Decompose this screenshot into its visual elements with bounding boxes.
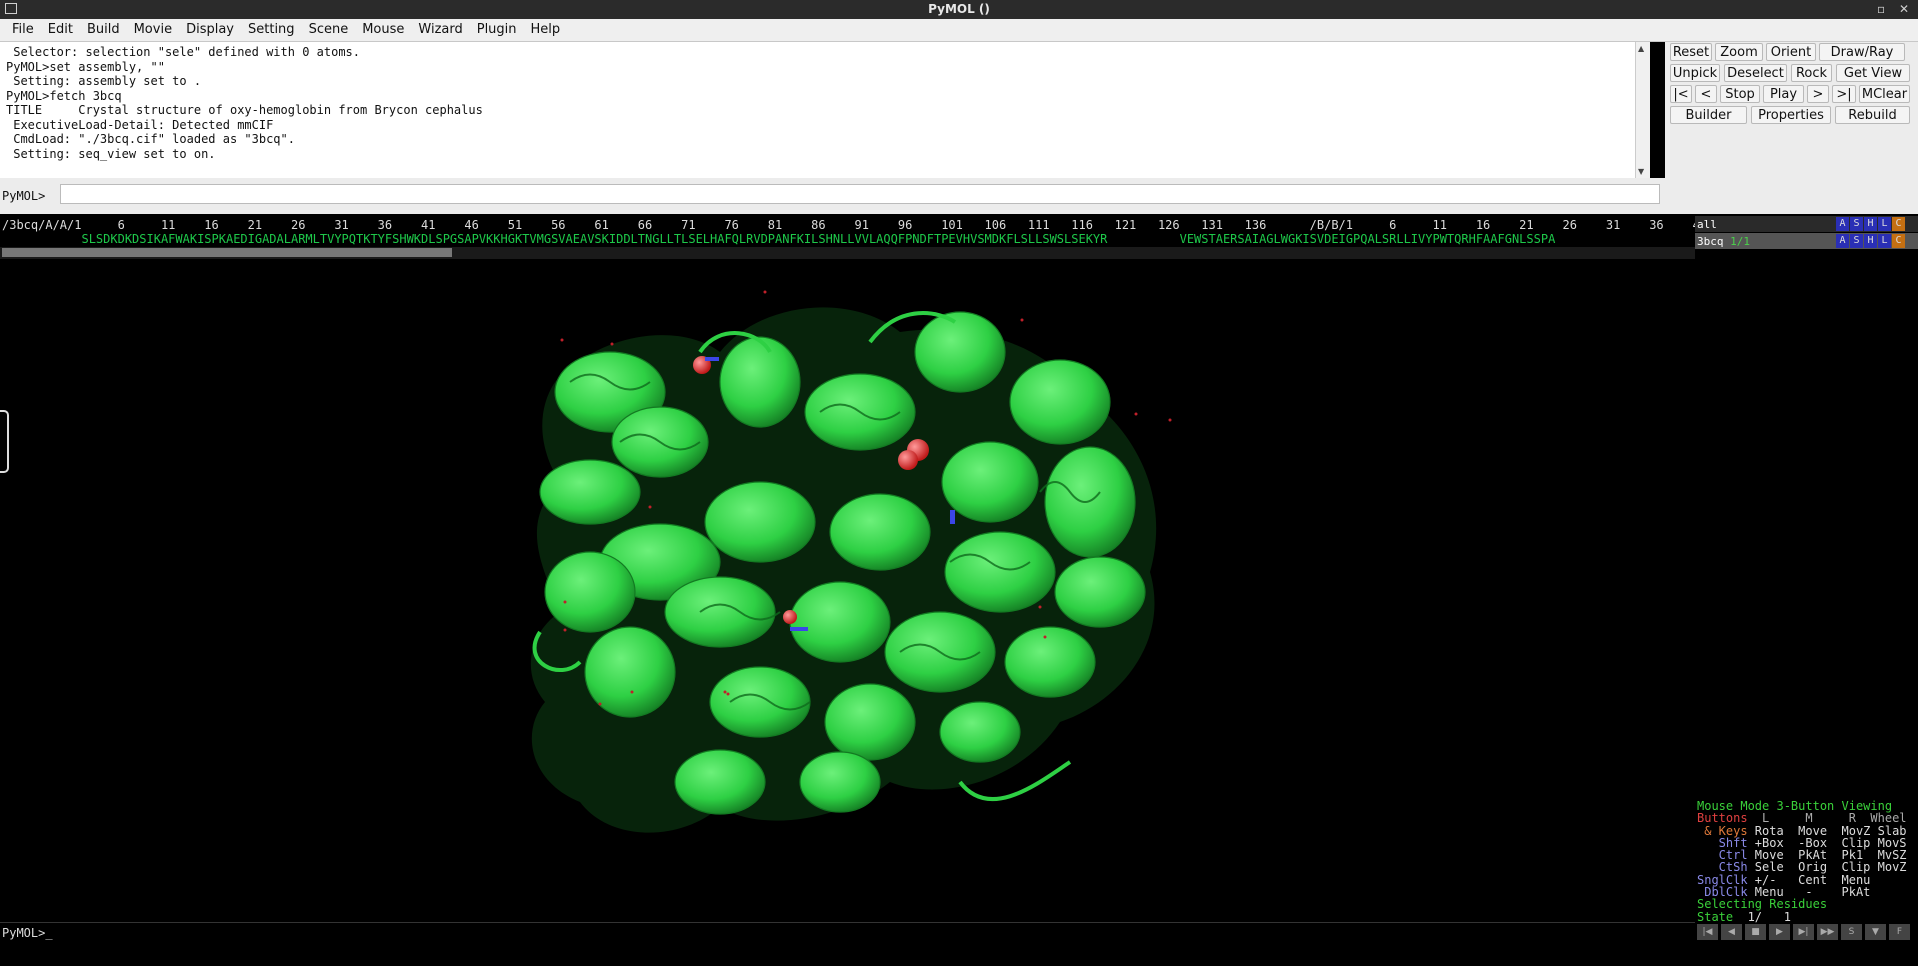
sequence-residues[interactable]: SLSDKDKDSIKAFWAKISPKAEDIGADALARMLTVYPQTK… xyxy=(2,232,1555,246)
command-prompt-label: PyMOL> xyxy=(2,189,46,203)
color-button[interactable]: C xyxy=(1892,234,1905,248)
unpick-button[interactable]: Unpick xyxy=(1670,64,1720,82)
label-button[interactable]: L xyxy=(1878,234,1891,248)
console-line: CmdLoad: "./3bcq.cif" loaded as "3bcq". xyxy=(6,132,295,146)
nitrogen-atom xyxy=(950,510,955,524)
scene-icon[interactable]: S xyxy=(1841,924,1862,940)
transport-controls: |◀ ◀ ■ ▶ ▶| ▶▶ S ▼ F xyxy=(1697,922,1918,942)
sequence-scroll-thumb[interactable] xyxy=(2,248,452,257)
rewind-icon[interactable]: |◀ xyxy=(1697,924,1718,940)
show-button[interactable]: S xyxy=(1850,217,1863,231)
bottom-prompt: PyMOL>_ xyxy=(2,926,53,940)
menu-mouse[interactable]: Mouse xyxy=(355,19,411,41)
console-line: Selector: selection "sele" defined with … xyxy=(6,45,361,59)
console-line: PyMOL>fetch 3bcq xyxy=(6,88,122,103)
hide-button[interactable]: H xyxy=(1864,234,1877,248)
prev-frame-button[interactable]: < xyxy=(1695,85,1717,103)
next-frame-button[interactable]: > xyxy=(1807,85,1829,103)
hide-button[interactable]: H xyxy=(1864,217,1877,231)
color-button[interactable]: C xyxy=(1892,217,1905,231)
zoom-button[interactable]: Zoom xyxy=(1715,43,1763,61)
properties-button[interactable]: Properties xyxy=(1751,106,1831,124)
menu-scene[interactable]: Scene xyxy=(302,19,356,41)
window-title: PyMOL () xyxy=(928,2,990,16)
oxygen-atom xyxy=(783,610,797,624)
step-back-icon[interactable]: ◀ xyxy=(1721,924,1742,940)
stop-icon[interactable]: ■ xyxy=(1745,924,1766,940)
menu-wizard[interactable]: Wizard xyxy=(411,19,469,41)
fast-forward-icon[interactable]: ▶▶ xyxy=(1817,924,1838,940)
nitrogen-atom xyxy=(705,357,719,361)
object-name: 3bcq 1/1 xyxy=(1697,235,1750,248)
object-row-all[interactable]: all A S H L C xyxy=(1695,216,1918,232)
menu-bar: File Edit Build Movie Display Setting Scene Mou… xyxy=(0,19,1918,42)
nitrogen-atom xyxy=(790,627,808,631)
reset-button[interactable]: Reset xyxy=(1670,43,1712,61)
object-state: 1/1 xyxy=(1730,235,1750,248)
console-text: Selector: selection "sele" defined with … xyxy=(6,45,483,161)
command-input[interactable] xyxy=(60,184,1660,204)
scroll-down-icon[interactable]: ▼ xyxy=(1638,167,1644,176)
fullscreen-icon[interactable]: F xyxy=(1889,924,1910,940)
menu-plugin[interactable]: Plugin xyxy=(470,19,524,41)
control-panel: Reset Zoom Orient Draw/Ray Unpick Desele… xyxy=(1665,42,1918,214)
console-line: TITLE Crystal structure of oxy-hemoglobi… xyxy=(6,103,483,117)
console-line: ExecutiveLoad-Detail: Detected mmCIF xyxy=(6,117,274,132)
menu-display[interactable]: Display xyxy=(179,19,241,41)
action-button[interactable]: A xyxy=(1836,234,1849,248)
menu-file[interactable]: File xyxy=(0,19,41,41)
action-button[interactable]: A xyxy=(1836,217,1849,231)
label-button[interactable]: L xyxy=(1878,217,1891,231)
command-row: PyMOL> xyxy=(0,178,1665,214)
play-icon[interactable]: ▶ xyxy=(1769,924,1790,940)
dropdown-icon[interactable]: ▼ xyxy=(1865,924,1886,940)
sequence-numbering: /3bcq/A/A/1 6 11 16 21 26 31 36 41 46 51… xyxy=(2,218,1695,232)
object-name-text: 3bcq xyxy=(1697,235,1724,248)
app-icon xyxy=(5,3,17,14)
menu-movie[interactable]: Movie xyxy=(127,19,179,41)
protein-cartoon xyxy=(530,290,1172,833)
get-view-button[interactable]: Get View xyxy=(1836,64,1910,82)
step-forward-icon[interactable]: ▶| xyxy=(1793,924,1814,940)
menu-build[interactable]: Build xyxy=(80,19,127,41)
oxygen-atom xyxy=(898,450,918,470)
rebuild-button[interactable]: Rebuild xyxy=(1835,106,1910,124)
menu-edit[interactable]: Edit xyxy=(41,19,80,41)
first-frame-button[interactable]: |< xyxy=(1670,85,1692,103)
object-name: all xyxy=(1697,218,1717,231)
orient-button[interactable]: Orient xyxy=(1766,43,1816,61)
console-scrollbar[interactable]: ▲ ▼ xyxy=(1635,42,1650,178)
object-row-3bcq[interactable]: 3bcq 1/1 A S H L C xyxy=(1695,233,1918,249)
molecule-viewport[interactable] xyxy=(0,262,1695,922)
deselect-button[interactable]: Deselect xyxy=(1724,64,1787,82)
close-icon[interactable]: ✕ xyxy=(1899,0,1909,19)
menu-setting[interactable]: Setting xyxy=(241,19,302,41)
show-button[interactable]: S xyxy=(1850,234,1863,248)
side-panel-handle[interactable] xyxy=(0,410,9,473)
sequence-viewer[interactable]: /3bcq/A/A/1 6 11 16 21 26 31 36 41 46 51… xyxy=(0,216,1695,260)
window-title-bar: PyMOL () ▫ ✕ xyxy=(0,0,1918,19)
bottom-command-line[interactable]: PyMOL>_ xyxy=(0,922,1695,945)
scroll-up-icon[interactable]: ▲ xyxy=(1638,44,1644,53)
console-output[interactable]: Selector: selection "sele" defined with … xyxy=(0,42,1650,179)
menu-help[interactable]: Help xyxy=(524,19,568,41)
console-line: PyMOL>set assembly, "" xyxy=(6,59,165,74)
mouse-mode-panel[interactable]: Mouse Mode 3-Button Viewing Buttons L M … xyxy=(1697,800,1918,923)
minimize-icon[interactable]: ▫ xyxy=(1877,0,1885,19)
draw-ray-button[interactable]: Draw/Ray xyxy=(1819,43,1905,61)
last-frame-button[interactable]: >| xyxy=(1832,85,1856,103)
play-button[interactable]: Play xyxy=(1763,85,1804,103)
rock-button[interactable]: Rock xyxy=(1791,64,1832,82)
console-line: Setting: seq_view set to on. xyxy=(6,146,216,161)
console-line: Setting: assembly set to . xyxy=(6,74,202,88)
stop-button[interactable]: Stop xyxy=(1720,85,1760,103)
mclear-button[interactable]: MClear xyxy=(1859,85,1910,103)
footer-strip xyxy=(0,944,1918,966)
builder-button[interactable]: Builder xyxy=(1670,106,1747,124)
